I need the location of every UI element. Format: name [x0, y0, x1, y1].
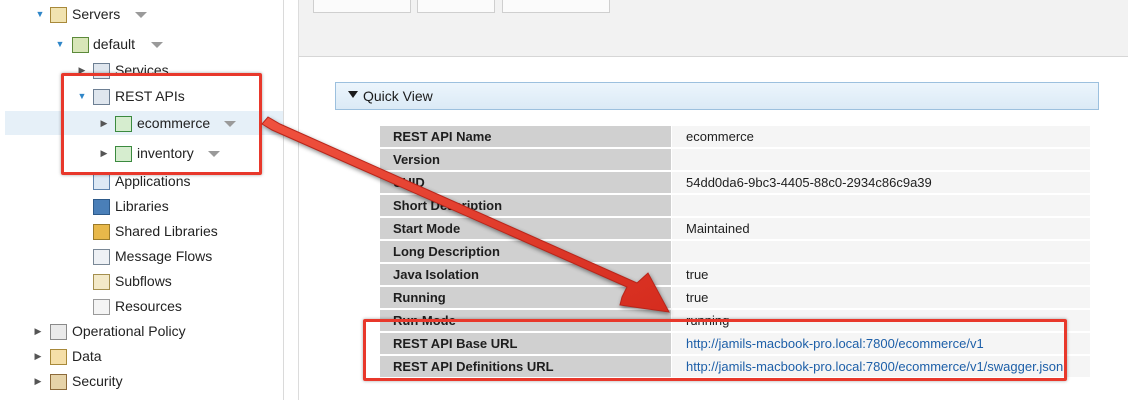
tree-item-label: Operational Policy — [72, 323, 186, 339]
property-key: REST API Name — [380, 126, 671, 148]
tree-item-resources[interactable]: Resources — [0, 294, 280, 318]
property-row: Running true — [380, 287, 1090, 309]
dropdown-arrow-icon[interactable] — [135, 12, 147, 18]
collapsed-twisty-icon[interactable]: ▶ — [33, 369, 43, 393]
tree-item-label: Libraries — [115, 198, 169, 214]
shared-libraries-icon — [93, 224, 110, 240]
property-row: Short Description — [380, 195, 1090, 217]
property-value: true — [672, 287, 1090, 309]
property-value: true — [672, 264, 1090, 286]
tree-item-default[interactable]: ▼ default — [0, 32, 280, 56]
subflows-icon — [93, 274, 110, 290]
server-icon — [72, 37, 89, 53]
property-row: REST API Name ecommerce — [380, 126, 1090, 148]
tree-item-data[interactable]: ▶ Data — [0, 344, 280, 368]
property-key: Start Mode — [380, 218, 671, 240]
highlight-box-rest-apis — [61, 73, 262, 175]
tree-item-label: default — [93, 36, 136, 52]
property-value — [672, 195, 1090, 217]
property-value: ecommerce — [672, 126, 1090, 148]
tab-1[interactable] — [313, 0, 411, 13]
property-key: Short Description — [380, 195, 671, 217]
property-key: Running — [380, 287, 671, 309]
property-key: Java Isolation — [380, 264, 671, 286]
navigation-tree: ▼ Servers ▼ default ▶ Services ▼ REST APIs ▶ ecom… — [0, 0, 284, 400]
tree-item-label: Message Flows — [115, 248, 213, 264]
highlight-box-urls — [363, 319, 1067, 381]
dropdown-arrow-icon[interactable] — [151, 42, 163, 48]
collapse-triangle-icon[interactable] — [348, 91, 358, 98]
property-key: Long Description — [380, 241, 671, 263]
tree-item-libraries[interactable]: Libraries — [0, 194, 280, 218]
property-value — [672, 241, 1090, 263]
property-row: Long Description — [380, 241, 1090, 263]
property-row: Java Isolation true — [380, 264, 1090, 286]
tree-item-label: Servers — [72, 6, 121, 22]
servers-icon — [50, 7, 67, 23]
security-icon — [50, 374, 67, 390]
tree-item-security[interactable]: ▶ Security — [0, 369, 280, 393]
tree-item-label: Data — [72, 348, 102, 364]
property-key: UUID — [380, 172, 671, 194]
libraries-icon — [93, 199, 110, 215]
property-value — [672, 149, 1090, 171]
property-row: Version — [380, 149, 1090, 171]
tree-item-label: Subflows — [115, 273, 172, 289]
tree-item-operational-policy[interactable]: ▶ Operational Policy — [0, 319, 280, 343]
tree-item-label: Security — [72, 373, 123, 389]
expanded-twisty-icon[interactable]: ▼ — [35, 2, 45, 26]
collapsed-twisty-icon[interactable]: ▶ — [33, 344, 43, 368]
tree-item-subflows[interactable]: Subflows — [0, 269, 280, 293]
property-row: Start Mode Maintained — [380, 218, 1090, 240]
tab-2[interactable] — [417, 0, 495, 13]
tree-item-shared-libraries[interactable]: Shared Libraries — [0, 219, 280, 243]
applications-icon — [93, 174, 110, 190]
tree-item-servers[interactable]: ▼ Servers — [0, 2, 280, 26]
property-row: UUID 54dd0da6-9bc3-4405-88c0-2934c86c9a39 — [380, 172, 1090, 194]
operational-policy-icon — [50, 324, 67, 340]
tree-item-label: Shared Libraries — [115, 223, 218, 239]
quick-view-title: Quick View — [363, 88, 433, 104]
tree-item-label: Resources — [115, 298, 182, 314]
resources-icon — [93, 299, 110, 315]
message-flows-icon — [93, 249, 110, 265]
expanded-twisty-icon[interactable]: ▼ — [55, 32, 65, 56]
property-value: Maintained — [672, 218, 1090, 240]
quick-view-header[interactable]: Quick View — [335, 82, 1099, 110]
property-key: Version — [380, 149, 671, 171]
data-icon — [50, 349, 67, 365]
property-value: 54dd0da6-9bc3-4405-88c0-2934c86c9a39 — [672, 172, 1090, 194]
tab-bar — [299, 0, 1128, 57]
tree-item-message-flows[interactable]: Message Flows — [0, 244, 280, 268]
pane-splitter[interactable] — [284, 0, 299, 400]
collapsed-twisty-icon[interactable]: ▶ — [33, 319, 43, 343]
tab-3[interactable] — [502, 0, 610, 13]
